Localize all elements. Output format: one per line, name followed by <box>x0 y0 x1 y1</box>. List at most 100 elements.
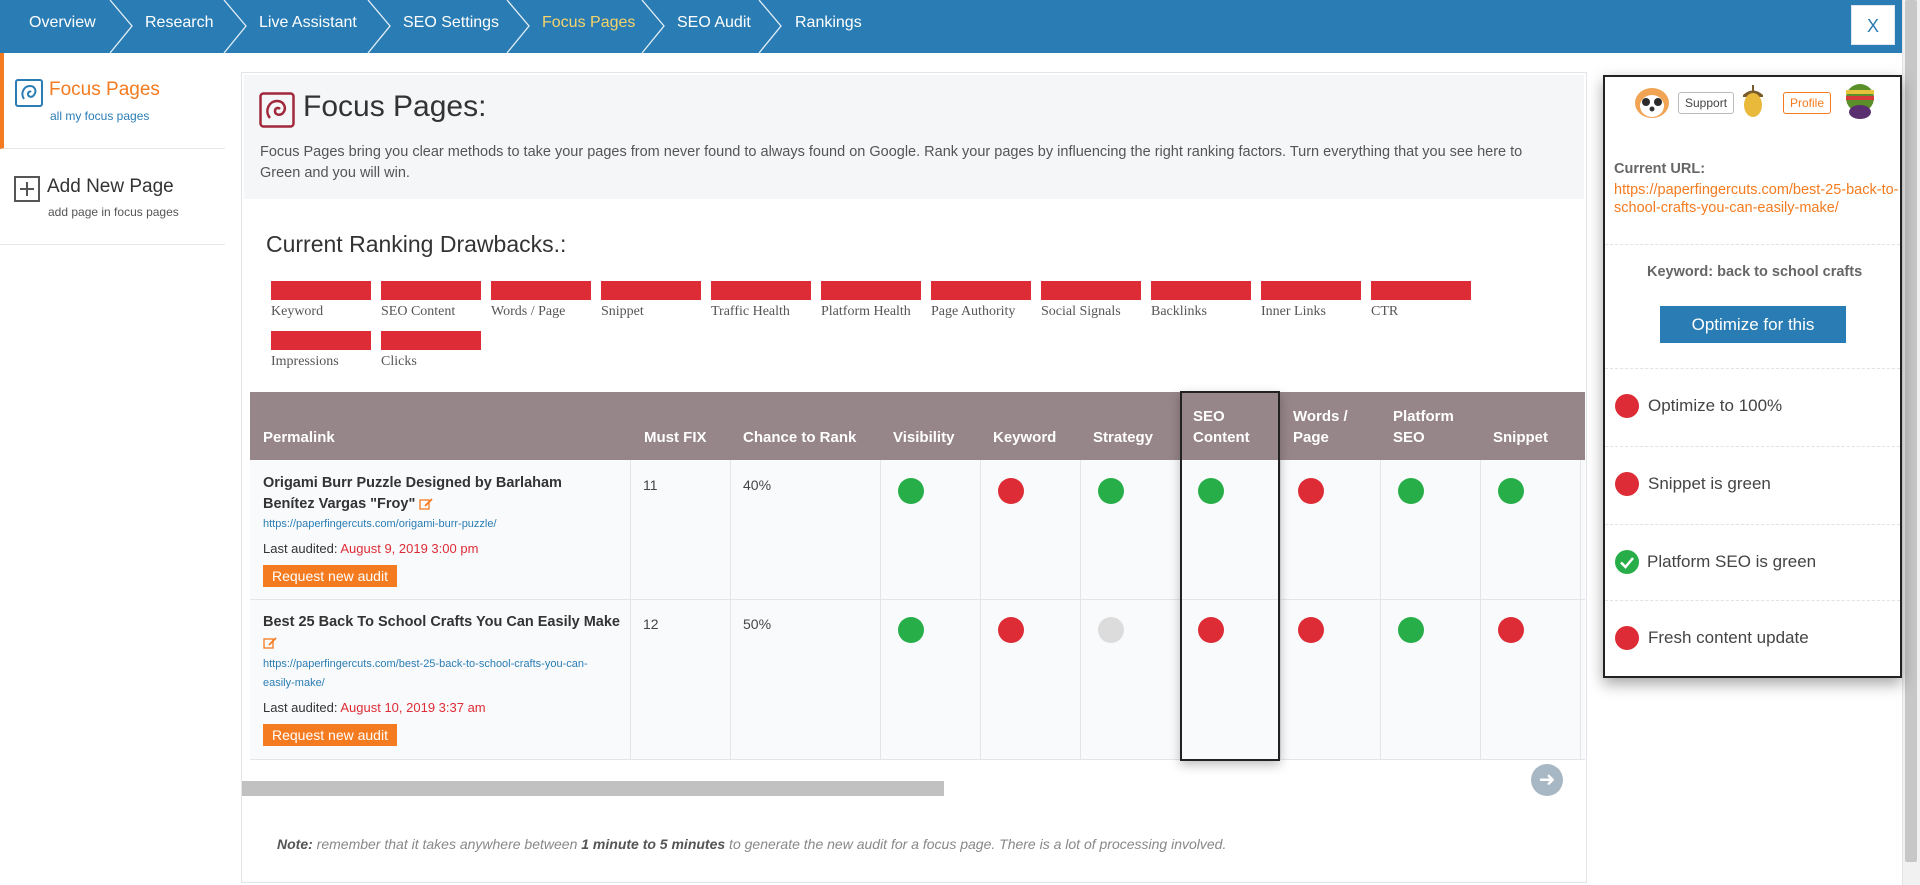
arrow-right-icon[interactable]: ➜ <box>1531 764 1563 796</box>
acorn-icon <box>1743 85 1763 117</box>
close-button[interactable]: X <box>1851 5 1895 45</box>
drawback-label: Inner Links <box>1261 304 1326 319</box>
task-status-dot <box>1615 626 1639 650</box>
nav-live-assistant[interactable]: Live Assistant <box>259 0 357 53</box>
task-snippet-green[interactable]: Snippet is green <box>1648 474 1771 494</box>
drawback-label: CTR <box>1371 304 1399 319</box>
profile-button[interactable]: Profile <box>1783 92 1832 114</box>
check-circle-icon <box>1615 550 1639 574</box>
page-url-link[interactable]: https://paperfingercuts.com/best-25-back… <box>263 655 618 693</box>
last-audited-date: August 9, 2019 3:00 pm <box>340 541 479 556</box>
note-text: to generate the new audit for a focus pa… <box>725 836 1227 852</box>
chance-to-rank-value: 40% <box>743 477 772 493</box>
chance-to-rank-value: 50% <box>743 616 772 632</box>
drawback-bar <box>1261 281 1361 300</box>
task-platform-seo-green[interactable]: Platform SEO is green <box>1647 552 1816 572</box>
drawback-bar <box>271 331 371 350</box>
breadcrumb-separator-icon <box>641 0 665 53</box>
column-header-strategy[interactable]: Strategy <box>1093 392 1153 460</box>
focus-pages-icon <box>15 79 43 107</box>
column-header-chance-to-rank[interactable]: Chance to Rank <box>743 392 856 460</box>
request-new-audit-button[interactable]: Request new audit <box>263 724 397 746</box>
page-description: Focus Pages bring you clear methods to t… <box>260 144 1523 181</box>
status-dot-platform-seo <box>1398 617 1424 643</box>
task-optimize-to-100[interactable]: Optimize to 100% <box>1648 396 1782 416</box>
divider <box>1605 524 1900 525</box>
page-title-text: Origami Burr Puzzle Designed by Barlaham… <box>263 475 562 512</box>
task-status-dot <box>1615 472 1639 496</box>
status-dot-strategy <box>1098 478 1124 504</box>
page-title: Focus Pages: <box>303 90 487 123</box>
nav-seo-audit[interactable]: SEO Audit <box>677 0 751 53</box>
breadcrumb-separator-icon <box>758 0 782 53</box>
nav-overview[interactable]: Overview <box>29 0 96 53</box>
divider <box>1605 244 1900 245</box>
keyword-label: Keyword: back to school crafts <box>1647 264 1863 280</box>
edit-icon[interactable] <box>263 637 277 650</box>
processing-note: Note: remember that it takes anywhere be… <box>277 836 1226 852</box>
column-header-snippet[interactable]: Snippet <box>1493 392 1548 460</box>
drawback-label: Traffic Health <box>711 304 790 319</box>
page-url-link[interactable]: https://paperfingercuts.com/origami-burr… <box>263 515 613 534</box>
drawback-label: Backlinks <box>1151 304 1207 319</box>
page-title-cell[interactable]: Origami Burr Puzzle Designed by Barlaham… <box>263 473 593 515</box>
column-header-must-fix[interactable]: Must FIX <box>644 392 707 460</box>
support-button[interactable]: Support <box>1678 92 1735 114</box>
nav-rankings[interactable]: Rankings <box>795 0 862 53</box>
column-header-visibility[interactable]: Visibility <box>893 392 954 460</box>
nav-research[interactable]: Research <box>145 0 213 53</box>
column-header-permalink[interactable]: Permalink <box>263 392 335 460</box>
task-fresh-content-update[interactable]: Fresh content update <box>1648 628 1809 648</box>
optimize-for-this-button[interactable]: Optimize for this <box>1660 306 1846 343</box>
drawback-label: Page Authority <box>931 304 1016 319</box>
breadcrumb-separator-icon <box>223 0 247 53</box>
page-title-cell[interactable]: Best 25 Back To School Crafts You Can Ea… <box>263 612 623 654</box>
note-duration: 1 minute to 5 minutes <box>581 836 726 852</box>
drawback-bar <box>1151 281 1251 300</box>
last-audited-label: Last audited: <box>263 541 338 556</box>
nav-seo-settings[interactable]: SEO Settings <box>403 0 499 53</box>
breadcrumb-separator-icon <box>506 0 530 53</box>
current-url-link[interactable]: https://paperfingercuts.com/best-25-back… <box>1614 181 1899 217</box>
last-audited-date: August 10, 2019 3:37 am <box>340 700 486 715</box>
column-divider <box>1280 460 1281 760</box>
status-dot-words-per-page <box>1298 478 1324 504</box>
status-dot-words-per-page <box>1298 617 1324 643</box>
highlighted-column-seo-content <box>1180 391 1280 761</box>
drawback-label: SEO Content <box>381 304 456 319</box>
mascot-icon <box>1635 88 1669 118</box>
page-scrollbar-thumb[interactable] <box>1905 0 1917 862</box>
nav-focus-pages[interactable]: Focus Pages <box>542 0 635 53</box>
avatar[interactable] <box>1842 82 1878 120</box>
drawback-label: Platform Health <box>821 304 911 319</box>
request-new-audit-button[interactable]: Request new audit <box>263 565 397 587</box>
status-dot-snippet <box>1498 617 1524 643</box>
column-header-words-per-page[interactable]: Words / Page <box>1293 392 1363 460</box>
status-dot-strategy <box>1098 617 1124 643</box>
drawback-bar <box>1371 281 1471 300</box>
last-audited: Last audited: August 10, 2019 3:37 am <box>263 700 486 715</box>
status-dot-visibility <box>898 478 924 504</box>
drawback-bar <box>381 331 481 350</box>
table-horizontal-scrollbar-thumb[interactable] <box>242 781 944 796</box>
drawback-label: Words / Page <box>491 304 566 319</box>
column-header-platform-seo[interactable]: Platform SEO <box>1393 392 1463 460</box>
column-divider <box>1380 460 1381 760</box>
status-dot-visibility <box>898 617 924 643</box>
sidebar-item-label: Add New Page <box>47 176 174 197</box>
drawback-bar <box>601 281 701 300</box>
column-header-keyword[interactable]: Keyword <box>993 392 1056 460</box>
status-dot-keyword <box>998 617 1024 643</box>
sidebar-item-sublabel: add page in focus pages <box>48 205 179 219</box>
note-lead: Note: <box>277 836 313 852</box>
divider <box>1605 600 1900 601</box>
drawback-bar <box>381 281 481 300</box>
task-status-dot <box>1615 394 1639 418</box>
breadcrumb-separator-icon <box>367 0 391 53</box>
status-dot-platform-seo <box>1398 478 1424 504</box>
drawback-bar <box>821 281 921 300</box>
sidebar-item-sublabel: all my focus pages <box>50 109 150 123</box>
focus-pages-icon <box>259 92 295 128</box>
drawback-label: Keyword <box>271 304 324 319</box>
edit-icon[interactable] <box>419 498 433 511</box>
